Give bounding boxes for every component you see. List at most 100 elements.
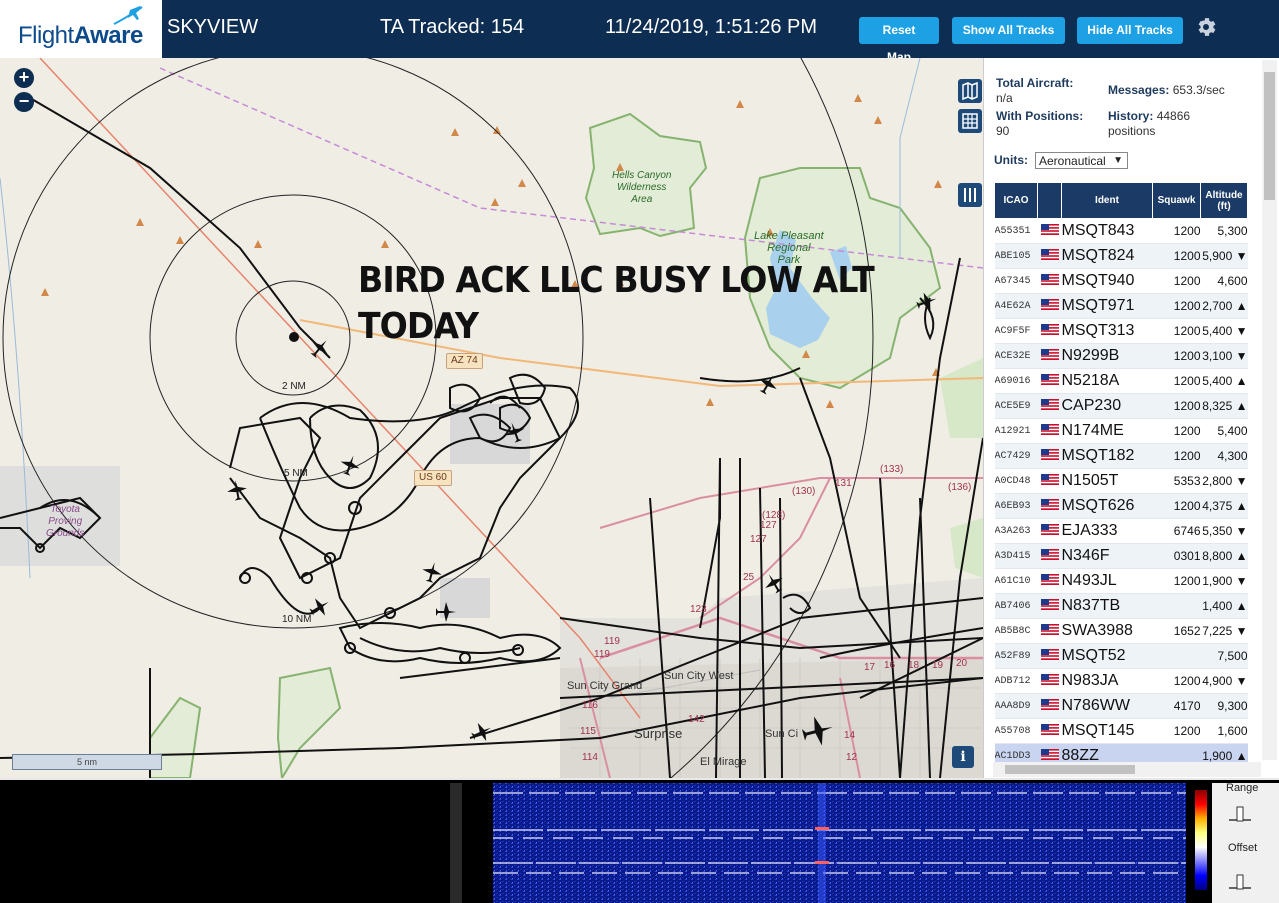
flightaware-logo[interactable]: FlightAware: [0, 0, 162, 58]
aircraft-icon[interactable]: [420, 560, 444, 584]
ident-cell: N5218A: [1061, 368, 1153, 394]
table-row[interactable]: ACE32E N9299B 1200 3,100 ▼: [994, 343, 1248, 369]
gear-icon[interactable]: [1194, 15, 1218, 39]
table-row[interactable]: ABE105 MSQT824 1200 5,900 ▼: [994, 243, 1248, 269]
table-row[interactable]: A55351 MSQT843 1200 5,300: [994, 218, 1248, 244]
us-flag-icon: [1040, 699, 1059, 710]
table-row[interactable]: ADB712 N983JA 1200 4,900 ▼: [994, 668, 1248, 694]
us-flag-icon: [1040, 474, 1059, 485]
road-number: 116: [582, 700, 598, 711]
aircraft-icon[interactable]: [308, 595, 332, 619]
aircraft-icon[interactable]: [338, 453, 362, 477]
range-slider[interactable]: [1227, 805, 1253, 825]
map-view[interactable]: Hells Canyon Wilderness Area Lake Pleasant…: [0, 58, 983, 778]
units-select[interactable]: Aeronautical ▼: [1035, 152, 1128, 169]
squawk-cell: 1200: [1152, 368, 1201, 394]
icao-cell: ADB712: [994, 668, 1038, 694]
flag-cell: [1037, 468, 1062, 494]
total-aircraft: Total Aircraft: n/a: [996, 76, 1074, 105]
show-all-tracks-button[interactable]: Show All Tracks: [952, 17, 1065, 44]
flag-cell: [1037, 293, 1062, 319]
table-row[interactable]: A3A263 EJA333 6746 5,350 ▼: [994, 518, 1248, 544]
icao-cell: A52F89: [994, 643, 1038, 669]
aircraft-icon[interactable]: [762, 571, 786, 595]
flag-cell: [1037, 593, 1062, 619]
sidebar-vertical-scrollbar[interactable]: [1262, 60, 1277, 760]
road-number: 127: [750, 534, 767, 545]
aircraft-icon[interactable]: [503, 420, 527, 444]
us60-shield: US 60: [414, 470, 452, 486]
grid-toggle-button[interactable]: [958, 109, 982, 133]
surprise-label: Surprise: [634, 726, 683, 741]
road-number: 115: [580, 726, 596, 737]
messages-rate: Messages: 653.3/sec: [1108, 83, 1225, 97]
altitude-cell: 5,400: [1200, 418, 1248, 444]
table-row[interactable]: AC9F5F MSQT313 1200 5,400 ▼: [994, 318, 1248, 344]
squawk-cell: [1152, 593, 1201, 619]
scroll-thumb[interactable]: [1005, 765, 1135, 774]
table-row[interactable]: A67345 MSQT940 1200 4,600: [994, 268, 1248, 294]
ring-label-10nm: 10 NM: [282, 614, 312, 625]
col-squawk[interactable]: Squawk: [1152, 182, 1201, 219]
table-row[interactable]: AAA8D9 N786WW 4170 9,300: [994, 693, 1248, 719]
flag-cell: [1037, 518, 1062, 544]
map-type-button[interactable]: [958, 79, 982, 103]
offset-slider[interactable]: [1227, 873, 1253, 893]
road-number: 127: [760, 520, 777, 531]
altitude-cell: 1,400 ▲: [1200, 593, 1248, 619]
sidebar-horizontal-scrollbar[interactable]: [993, 762, 1261, 777]
table-row[interactable]: A6EB93 MSQT626 1200 4,375 ▲: [994, 493, 1248, 519]
us-flag-icon: [1040, 624, 1059, 635]
waterfall-display[interactable]: [493, 783, 1186, 903]
aircraft-icon[interactable]: [308, 336, 332, 360]
az74-shield: AZ 74: [446, 353, 483, 369]
col-altitude[interactable]: Altitude (ft): [1200, 182, 1248, 219]
ident-cell: N346F: [1061, 543, 1153, 569]
table-row[interactable]: A4E62A MSQT971 1200 2,700 ▲: [994, 293, 1248, 319]
hide-all-tracks-button[interactable]: Hide All Tracks: [1077, 17, 1183, 44]
col-icao[interactable]: ICAO: [994, 182, 1038, 219]
table-row[interactable]: A52F89 MSQT52 7,500: [994, 643, 1248, 669]
icao-cell: ACE32E: [994, 343, 1038, 369]
reset-map-button[interactable]: Reset Map: [859, 17, 939, 64]
zoom-out-button[interactable]: −: [14, 92, 34, 112]
aircraft-icon[interactable]: [470, 720, 494, 744]
table-row[interactable]: A12921 N174ME 1200 5,400: [994, 418, 1248, 444]
tracked-count: TA Tracked: 154: [380, 16, 525, 38]
table-row[interactable]: ACE5E9 CAP230 1200 8,325 ▲: [994, 393, 1248, 419]
table-row[interactable]: A3D415 N346F 0301 8,800 ▲: [994, 543, 1248, 569]
ring-label-2nm: 2 NM: [282, 381, 306, 392]
us-flag-icon: [1040, 724, 1059, 735]
altitude-cell: 2,800 ▼: [1200, 468, 1248, 494]
aircraft-icon[interactable]: [756, 372, 780, 396]
flag-cell: [1037, 493, 1062, 519]
col-flag[interactable]: [1037, 182, 1062, 219]
us-flag-icon: [1040, 549, 1059, 560]
table-row[interactable]: AC7429 MSQT182 1200 4,300: [994, 443, 1248, 469]
selected-aircraft-icon[interactable]: [800, 713, 836, 749]
aircraft-icon[interactable]: [915, 290, 939, 314]
table-row[interactable]: A0CD48 N1505T 5353 2,800 ▼: [994, 468, 1248, 494]
altitude-cell: 8,800 ▲: [1200, 543, 1248, 569]
info-button[interactable]: i: [952, 746, 974, 768]
icao-cell: A3D415: [994, 543, 1038, 569]
table-row[interactable]: A55708 MSQT145 1200 1,600: [994, 718, 1248, 744]
table-row[interactable]: A61C10 N493JL 1200 1,900 ▼: [994, 568, 1248, 594]
aircraft-icon[interactable]: [434, 600, 458, 624]
ring-label-5nm: 5 NM: [284, 468, 308, 479]
us-flag-icon: [1040, 599, 1059, 610]
logo-text: FlightAware: [18, 22, 143, 49]
squawk-cell: 1200: [1152, 268, 1201, 294]
squawk-cell: 1652: [1152, 618, 1201, 644]
zoom-in-button[interactable]: +: [14, 68, 34, 88]
columns-toggle-button[interactable]: [958, 183, 982, 207]
table-row[interactable]: AB7406 N837TB 1,400 ▲: [994, 593, 1248, 619]
col-ident[interactable]: Ident: [1061, 182, 1153, 219]
aircraft-icon[interactable]: [225, 478, 249, 502]
aircraft-sidebar: Total Aircraft: n/a Messages: 653.3/sec W…: [983, 58, 1279, 780]
us-flag-icon: [1040, 449, 1059, 460]
table-row[interactable]: A69016 N5218A 1200 5,400 ▲: [994, 368, 1248, 394]
table-row[interactable]: AB5B8C SWA3988 1652 7,225 ▼: [994, 618, 1248, 644]
scroll-thumb[interactable]: [1264, 72, 1275, 200]
flag-cell: [1037, 543, 1062, 569]
